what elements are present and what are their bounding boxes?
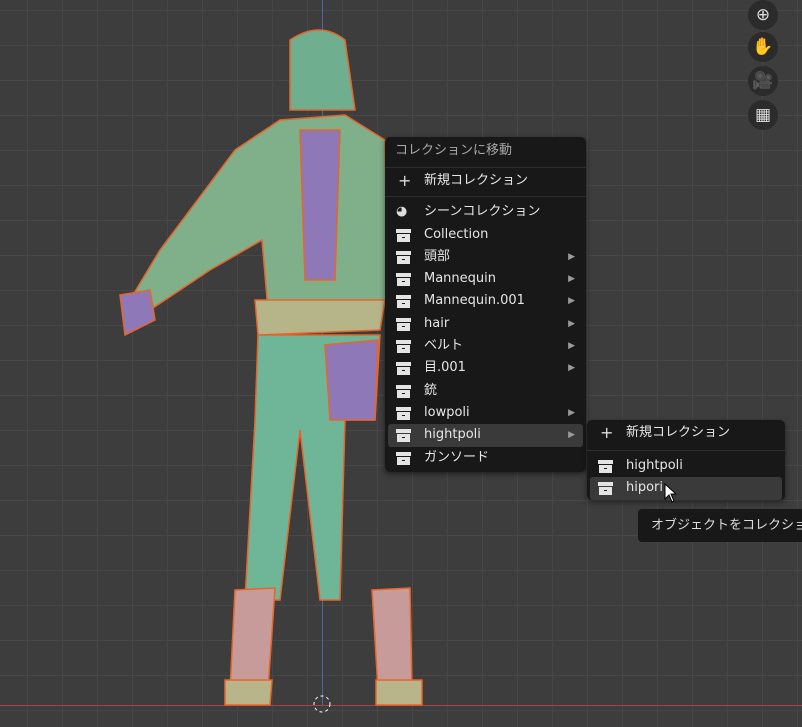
submenu-item-hightpoli[interactable]: hightpoli <box>590 455 782 477</box>
item-label: Mannequin.001 <box>424 293 525 309</box>
collection-icon <box>396 406 411 420</box>
item-label: hightpoli <box>424 427 481 443</box>
item-label: シーンコレクション <box>424 204 541 220</box>
scene-collection-icon: ◕ <box>396 204 408 220</box>
submenu-arrow-icon: ▶ <box>568 296 575 307</box>
hand-pan-icon[interactable]: ✋ <box>748 32 778 62</box>
menu-item-11[interactable]: ガンソード <box>388 447 583 469</box>
item-label: 目.001 <box>424 360 466 376</box>
menu-item-6[interactable]: ベルト ▶ <box>388 335 583 357</box>
collection-icon <box>396 384 411 398</box>
menu-item-5[interactable]: hair ▶ <box>388 313 583 335</box>
menu-item-1[interactable]: Collection <box>388 224 583 246</box>
menu-item-2[interactable]: 頭部 ▶ <box>388 246 583 268</box>
menu-item-3[interactable]: Mannequin ▶ <box>388 268 583 290</box>
item-label: 新規コレクション <box>424 173 529 188</box>
item-label: ガンソード <box>424 449 490 465</box>
submenu-arrow-icon: ▶ <box>568 407 575 418</box>
collection-icon <box>396 451 411 465</box>
move-to-collection-menu: コレクションに移動 + 新規コレクション ◕ シーンコレクション Collection… <box>385 137 586 472</box>
submenu-arrow-icon: ▶ <box>568 341 575 352</box>
hightpoli-submenu: + 新規コレクション hightpoli hipori <box>587 420 785 500</box>
submenu-new-collection-item[interactable]: + 新規コレクション <box>590 422 782 446</box>
submenu-arrow-icon: ▶ <box>568 274 575 285</box>
collection-icon <box>396 429 411 443</box>
item-label: 頭部 <box>424 248 451 264</box>
submenu-arrow-icon: ▶ <box>568 318 575 329</box>
item-label: 新規コレクション <box>626 425 731 440</box>
3d-cursor[interactable] <box>313 695 331 713</box>
menu-item-4[interactable]: Mannequin.001 ▶ <box>388 290 583 312</box>
item-label: lowpoli <box>424 404 470 420</box>
collection-icon <box>598 482 613 496</box>
submenu-arrow-icon: ▶ <box>568 430 575 441</box>
item-label: hipori <box>626 480 664 496</box>
new-collection-item[interactable]: + 新規コレクション <box>388 170 583 192</box>
menu-item-8[interactable]: 銃 <box>388 380 583 402</box>
plus-icon: + <box>600 423 614 442</box>
menu-item-7[interactable]: 目.001 ▶ <box>388 357 583 379</box>
menu-item-9[interactable]: lowpoli ▶ <box>388 402 583 424</box>
submenu-arrow-icon: ▶ <box>568 363 575 374</box>
collection-icon <box>396 340 411 354</box>
plus-icon: + <box>398 171 412 190</box>
submenu-arrow-icon: ▶ <box>568 251 575 262</box>
tooltip: オブジェクトをコレクションに移動 <box>638 509 802 542</box>
menu-item-10[interactable]: hightpoli ▶ <box>388 424 583 447</box>
item-label: 銃 <box>424 382 438 398</box>
collection-icon <box>396 228 411 242</box>
submenu-item-hipori[interactable]: hipori <box>590 477 782 500</box>
item-label: hair <box>424 315 450 331</box>
camera-icon[interactable]: 🎥 <box>748 66 778 96</box>
grid-icon[interactable]: ▦ <box>748 100 778 130</box>
collection-icon <box>396 317 411 331</box>
zoom-icon[interactable]: ⊕ <box>748 0 778 30</box>
item-label: hightpoli <box>626 458 683 473</box>
collection-icon <box>396 250 411 264</box>
item-label: Collection <box>424 226 489 242</box>
collection-icon <box>396 295 411 309</box>
item-label: Mannequin <box>424 271 497 287</box>
collection-icon <box>396 362 411 376</box>
collection-icon <box>598 460 613 473</box>
menu-item-0[interactable]: ◕ シーンコレクション <box>388 201 583 223</box>
item-label: ベルト <box>424 338 464 354</box>
collection-icon <box>396 273 411 287</box>
menu-title: コレクションに移動 <box>395 143 513 158</box>
mouse-cursor-icon <box>664 483 678 503</box>
